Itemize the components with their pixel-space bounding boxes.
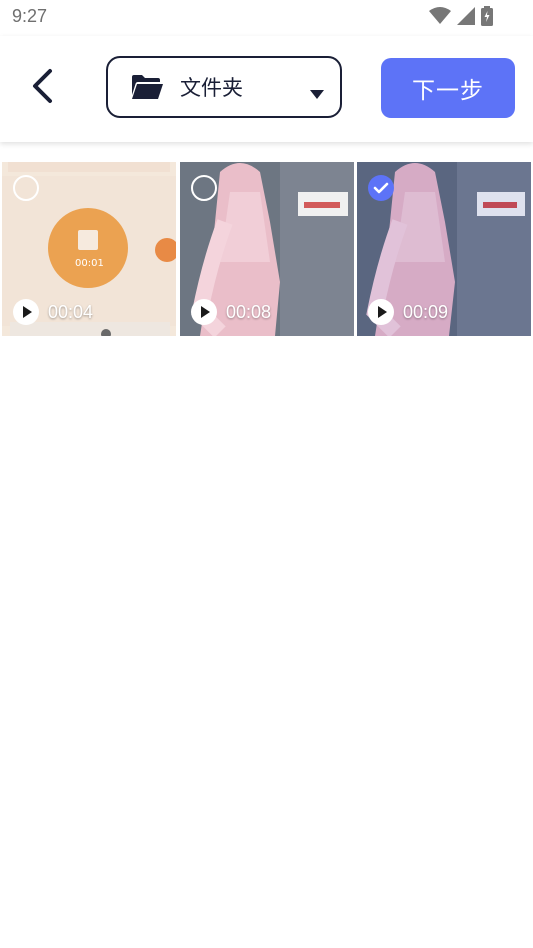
folder-label: 文件夹 [180, 76, 243, 100]
media-item-1[interactable]: 00:01 00:04 [2, 162, 176, 336]
thumb-embedded-time: 00:01 [75, 258, 104, 269]
select-checkbox-checked[interactable] [367, 174, 395, 202]
duration-badge: 00:08 [190, 298, 271, 326]
select-checkbox[interactable] [190, 174, 218, 202]
media-item-2[interactable]: 00:08 [180, 162, 354, 336]
duration-badge: 00:04 [12, 298, 93, 326]
svg-text:00:01: 00:01 [75, 258, 104, 269]
folder-select[interactable]: 文件夹 [106, 56, 342, 118]
play-icon [13, 299, 39, 325]
duration-text: 00:09 [403, 301, 449, 322]
signal-icon [457, 7, 475, 25]
status-time: 9:27 [12, 6, 48, 26]
play-icon [191, 299, 217, 325]
back-button[interactable] [18, 64, 66, 112]
chevron-left-icon [30, 68, 54, 108]
app-bar: 文件夹 下一步 [0, 36, 533, 142]
next-button[interactable]: 下一步 [381, 58, 515, 118]
duration-badge: 00:09 [367, 298, 448, 326]
caret-down-icon [310, 84, 324, 103]
play-icon [368, 299, 394, 325]
wifi-icon [429, 7, 451, 25]
folder-open-icon [130, 73, 164, 101]
select-checkbox[interactable] [12, 174, 40, 202]
duration-text: 00:04 [48, 301, 94, 322]
screen: 9:27 文件夹 下一步 00:01 00:04 00:08 00:09 [0, 0, 533, 948]
battery-icon [481, 6, 493, 26]
status-icons [429, 6, 493, 26]
status-bar: 9:27 [0, 0, 533, 36]
duration-text: 00:08 [226, 301, 272, 322]
media-item-3[interactable]: 00:09 [357, 162, 531, 336]
